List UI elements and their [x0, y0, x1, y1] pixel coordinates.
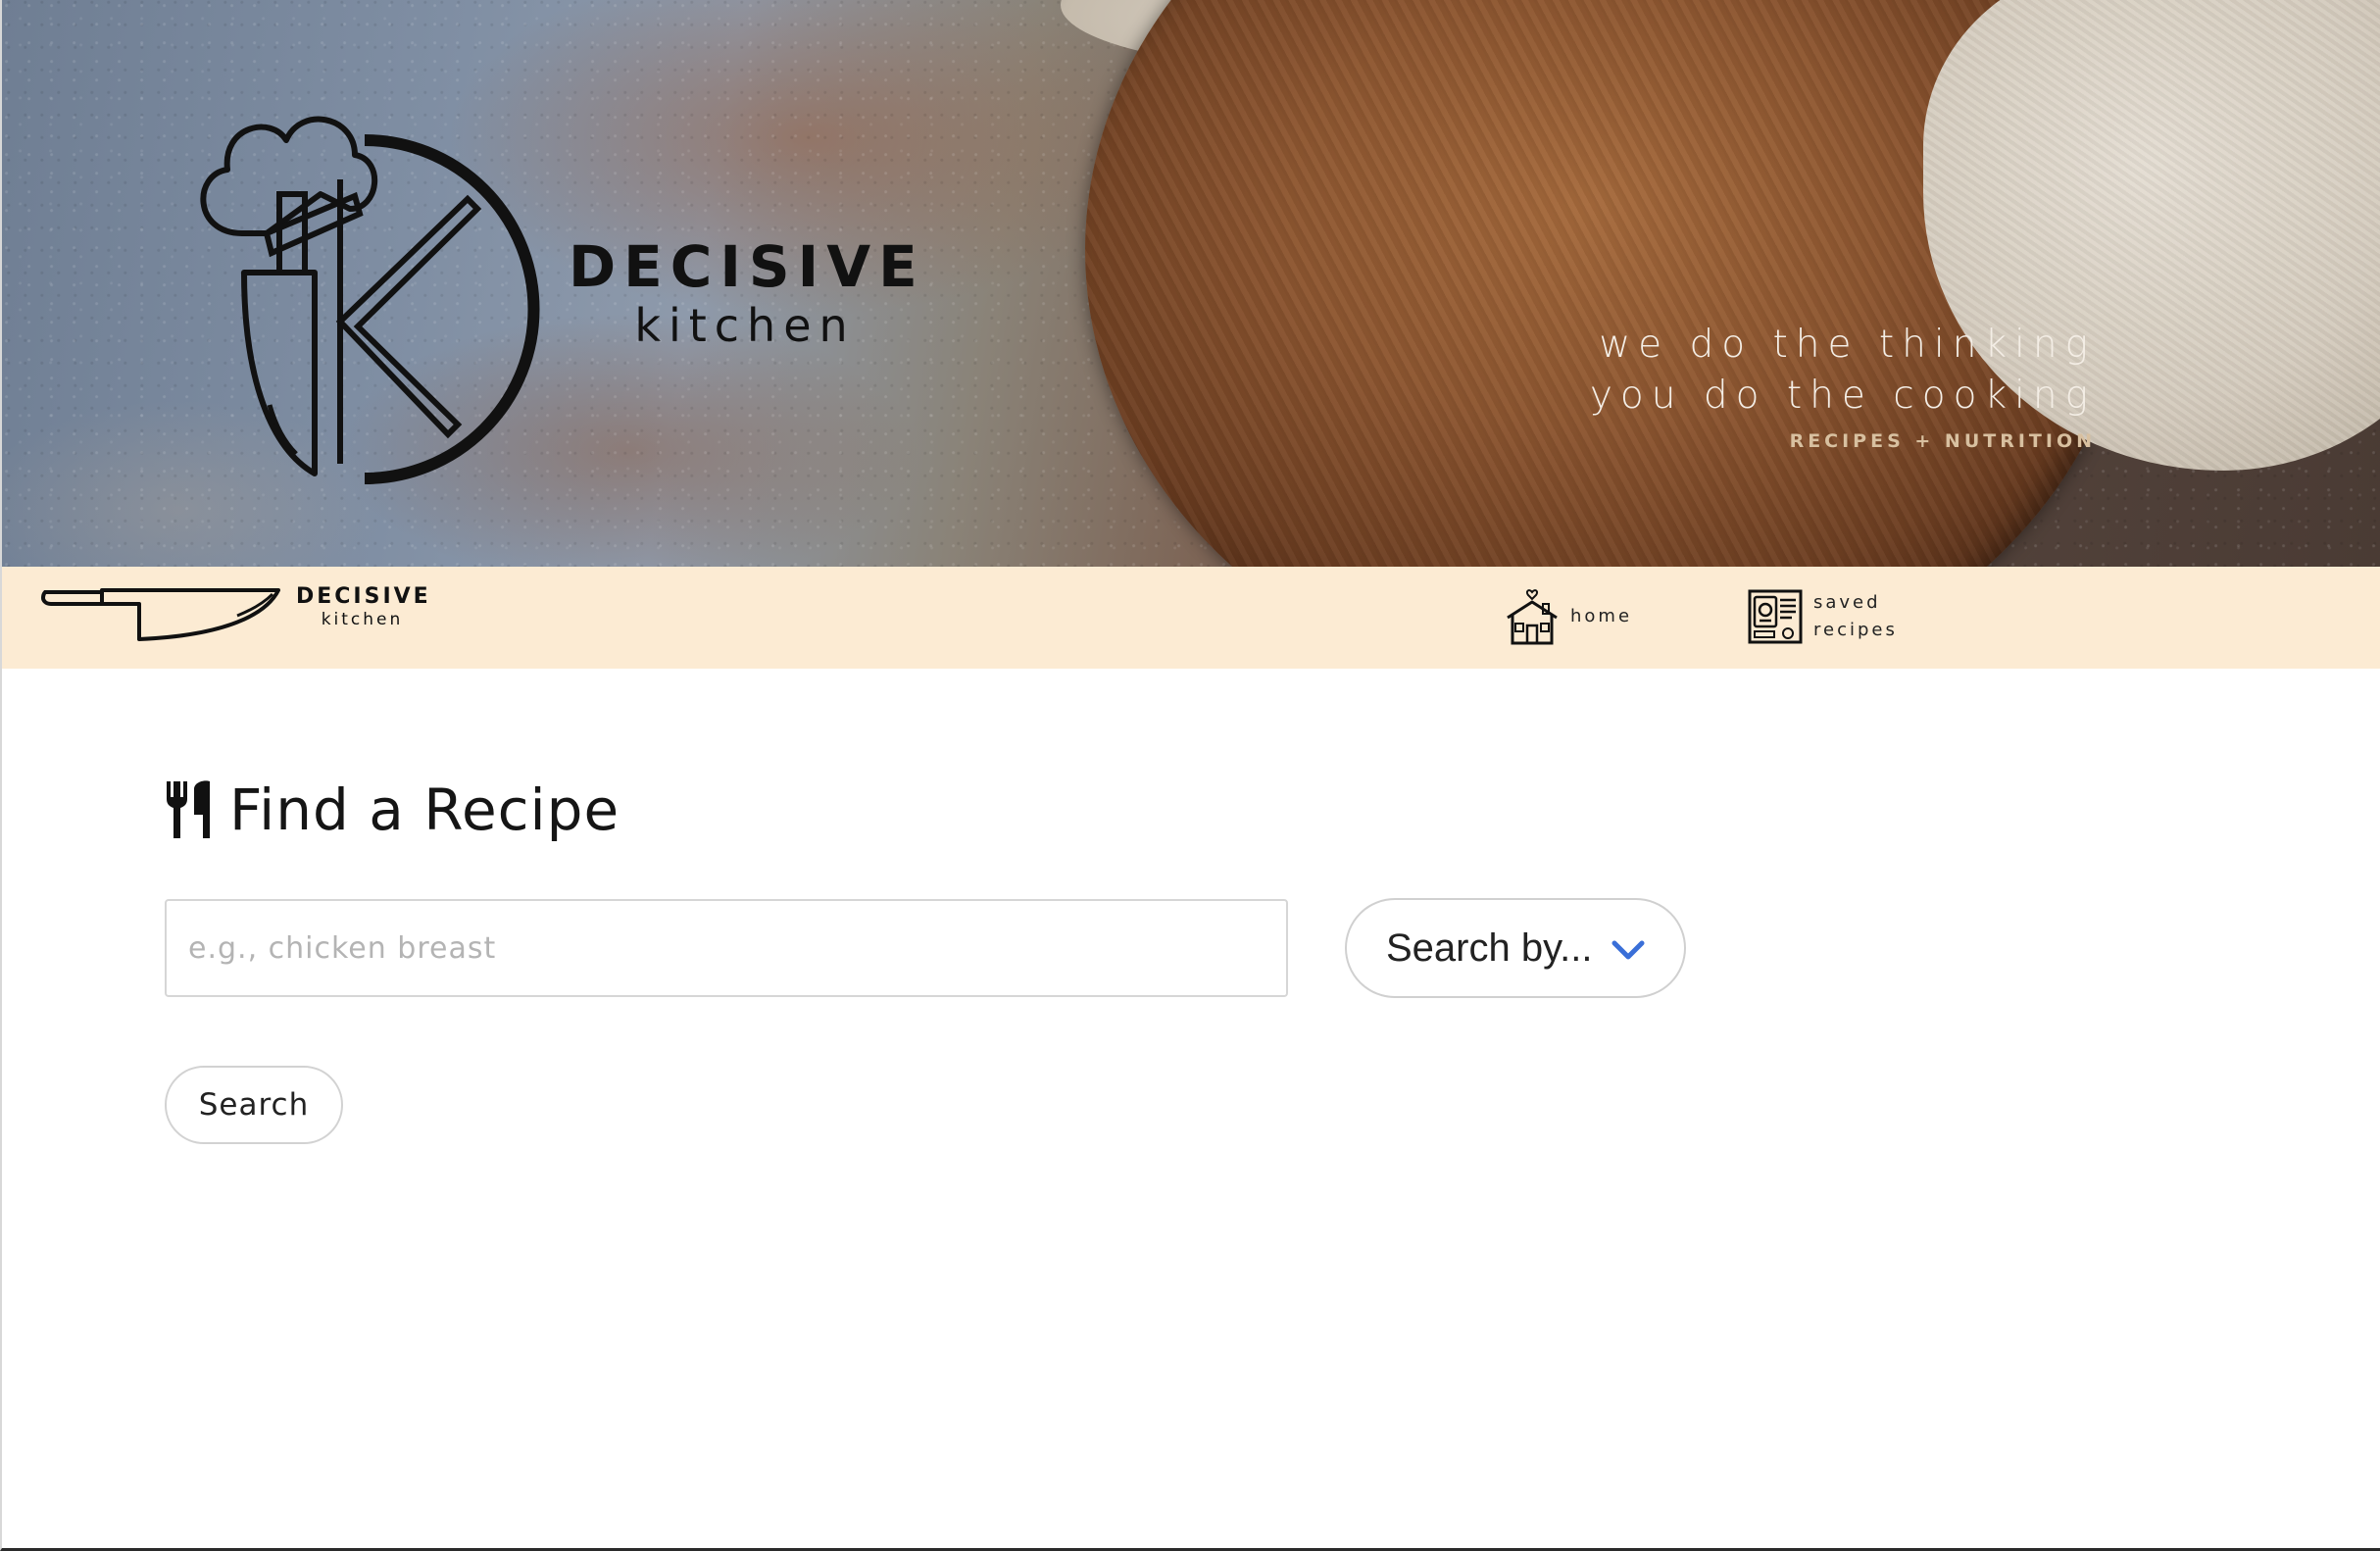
nav-saved-label: saved recipes [1813, 592, 1898, 640]
chevron-down-icon [1611, 940, 1645, 960]
tagline-line2: you do the cooking [1589, 374, 2096, 418]
nav-home-link[interactable]: home [1504, 588, 1632, 645]
search-by-select[interactable]: Search by... [1345, 898, 1686, 998]
tagline-line1: we do the thinking [1599, 323, 2096, 367]
page-title-row: Find a Recipe [165, 776, 620, 843]
hero-brand: DECISIVE kitchen [569, 233, 921, 351]
hero-brand-sub: kitchen [634, 299, 856, 352]
utensils-icon [167, 780, 210, 838]
nav-brand[interactable]: DECISIVE kitchen [296, 584, 428, 629]
chef-knife-k-logo-icon [200, 116, 540, 484]
tagline-sub: RECIPES + NUTRITION [1789, 430, 2096, 452]
search-by-label: Search by... [1386, 926, 1593, 970]
nav-brand-sub: kitchen [321, 610, 404, 629]
page: DECISIVE kitchen we do the thinking you … [0, 0, 2380, 1551]
hero-tagline: we do the thinking you do the cooking RE… [1590, 320, 2096, 461]
search-input[interactable] [165, 899, 1288, 997]
nav-brand-name: DECISIVE [296, 584, 431, 609]
hero-brand-name: DECISIVE [569, 233, 925, 300]
navbar: DECISIVE kitchen home saved recipes [2, 567, 2380, 669]
recipe-book-icon [1748, 589, 1803, 644]
nav-home-label: home [1570, 606, 1633, 626]
search-button[interactable]: Search [165, 1066, 343, 1144]
hero-banner: DECISIVE kitchen we do the thinking you … [2, 0, 2380, 567]
page-title: Find a Recipe [229, 776, 620, 843]
knife-icon[interactable] [41, 584, 286, 643]
nav-saved-recipes-link[interactable]: saved recipes [1747, 588, 1898, 645]
house-icon [1507, 589, 1558, 645]
